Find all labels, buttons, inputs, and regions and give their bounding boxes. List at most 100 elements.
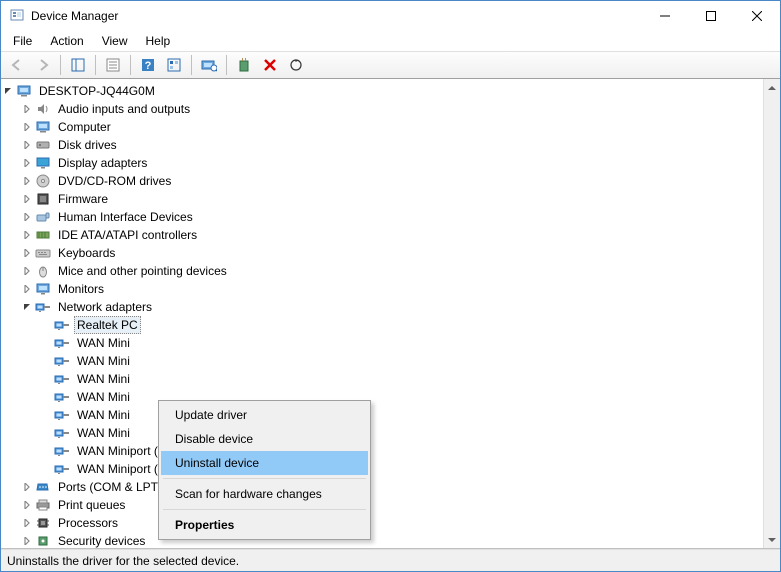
cm-properties[interactable]: Properties	[161, 513, 368, 537]
expand-icon[interactable]	[20, 156, 34, 170]
firmware-icon	[35, 191, 51, 207]
tree-category-node[interactable]: Monitors	[20, 280, 778, 298]
expand-icon[interactable]	[20, 210, 34, 224]
forward-button[interactable]	[31, 54, 55, 76]
computer-icon	[16, 83, 32, 99]
tree-node-label: Keyboards	[55, 244, 118, 262]
device-tree[interactable]: DESKTOP-JQ44G0M Audio inputs and outputs…	[1, 79, 780, 548]
tree-device-node[interactable]: WAN Mini	[39, 406, 778, 424]
close-button[interactable]	[734, 1, 780, 31]
tree-category-node[interactable]: Mice and other pointing devices	[20, 262, 778, 280]
tree-node-label: Monitors	[55, 280, 107, 298]
tree-category-node[interactable]: Computer	[20, 118, 778, 136]
back-button[interactable]	[5, 54, 29, 76]
tree-node-label: WAN Mini	[74, 388, 133, 406]
menu-action[interactable]: Action	[42, 32, 91, 50]
vertical-scrollbar[interactable]	[763, 79, 780, 548]
cm-separator	[163, 509, 366, 510]
tree-category-node[interactable]: Ports (COM & LPT)	[20, 478, 778, 496]
cm-update-driver[interactable]: Update driver	[161, 403, 368, 427]
expand-icon[interactable]	[20, 498, 34, 512]
tree-device-node[interactable]: WAN Mini	[39, 424, 778, 442]
net-icon	[54, 461, 70, 477]
tree-category-node[interactable]: Print queues	[20, 496, 778, 514]
scan-button[interactable]	[197, 54, 221, 76]
menu-help[interactable]: Help	[138, 32, 179, 50]
expand-icon[interactable]	[20, 228, 34, 242]
expand-icon[interactable]	[20, 516, 34, 530]
tree-category-node[interactable]: Audio inputs and outputs	[20, 100, 778, 118]
scroll-up-icon[interactable]	[764, 79, 780, 96]
expand-icon[interactable]	[20, 534, 34, 548]
titlebar: Device Manager	[1, 1, 780, 31]
expand-icon[interactable]	[20, 300, 34, 314]
menu-file[interactable]: File	[5, 32, 40, 50]
minimize-button[interactable]	[642, 1, 688, 31]
tree-category-node[interactable]: DVD/CD-ROM drives	[20, 172, 778, 190]
tree-category-node[interactable]: Network adapters	[20, 298, 778, 316]
scroll-down-icon[interactable]	[764, 531, 780, 548]
properties-button[interactable]	[101, 54, 125, 76]
tree-category-node[interactable]: Firmware	[20, 190, 778, 208]
tree-device-node[interactable]: WAN Mini	[39, 388, 778, 406]
tree-node-label: Ports (COM & LPT)	[55, 478, 165, 496]
tree-node-label: IDE ATA/ATAPI controllers	[55, 226, 200, 244]
tree-device-node[interactable]: WAN Mini	[39, 370, 778, 388]
toolbar-separator	[226, 55, 227, 75]
tree-category-node[interactable]: Human Interface Devices	[20, 208, 778, 226]
expand-icon[interactable]	[20, 264, 34, 278]
ide-icon	[35, 227, 51, 243]
expand-icon[interactable]	[20, 480, 34, 494]
menu-view[interactable]: View	[94, 32, 136, 50]
disk-icon	[35, 137, 51, 153]
console-tree-button[interactable]	[66, 54, 90, 76]
tree-category-node[interactable]: Security devices	[20, 532, 778, 548]
expand-icon[interactable]	[20, 192, 34, 206]
tree-node-label: DESKTOP-JQ44G0M	[36, 82, 158, 100]
help-button[interactable]: ?	[136, 54, 160, 76]
cm-scan-hardware[interactable]: Scan for hardware changes	[161, 482, 368, 506]
tree-node-label: Computer	[55, 118, 114, 136]
expand-icon[interactable]	[20, 246, 34, 260]
printer-icon	[35, 497, 51, 513]
tree-node-label: Security devices	[55, 532, 148, 548]
cm-uninstall-device[interactable]: Uninstall device	[161, 451, 368, 475]
audio-icon	[35, 101, 51, 117]
tree-device-node[interactable]: WAN Miniport (PPTP)	[39, 442, 778, 460]
tree-device-node[interactable]: Realtek PC	[39, 316, 778, 334]
add-legacy-button[interactable]	[232, 54, 256, 76]
device-manager-window: Device Manager File Action View Help ?	[0, 0, 781, 572]
tree-device-node[interactable]: WAN Mini	[39, 352, 778, 370]
tree-device-node[interactable]: WAN Mini	[39, 334, 778, 352]
mouse-icon	[35, 263, 51, 279]
expand-icon[interactable]	[20, 120, 34, 134]
expand-icon[interactable]	[20, 282, 34, 296]
keyboard-icon	[35, 245, 51, 261]
tree-category-node[interactable]: Disk drives	[20, 136, 778, 154]
show-hidden-button[interactable]	[162, 54, 186, 76]
cm-disable-device[interactable]: Disable device	[161, 427, 368, 451]
expand-icon[interactable]	[20, 102, 34, 116]
window-controls	[642, 1, 780, 31]
menubar: File Action View Help	[1, 31, 780, 51]
security-icon	[35, 533, 51, 548]
net-icon	[54, 443, 70, 459]
expand-icon[interactable]	[20, 174, 34, 188]
tree-category-node[interactable]: IDE ATA/ATAPI controllers	[20, 226, 778, 244]
tree-category-node[interactable]: Keyboards	[20, 244, 778, 262]
tree-node-label: Realtek PC	[74, 316, 141, 334]
status-text: Uninstalls the driver for the selected d…	[7, 554, 239, 568]
tree-node-label: WAN Mini	[74, 424, 133, 442]
tree-category-node[interactable]: Processors	[20, 514, 778, 532]
display-icon	[35, 155, 51, 171]
tree-category-node[interactable]: Display adapters	[20, 154, 778, 172]
uninstall-button[interactable]	[258, 54, 282, 76]
net-icon	[54, 425, 70, 441]
maximize-button[interactable]	[688, 1, 734, 31]
tree-device-node[interactable]: WAN Miniport (SSTP)	[39, 460, 778, 478]
expand-icon[interactable]	[20, 138, 34, 152]
tree-root-node[interactable]: DESKTOP-JQ44G0M	[1, 82, 778, 100]
expand-icon[interactable]	[1, 84, 15, 98]
update-driver-button[interactable]	[284, 54, 308, 76]
tree-node-label: Disk drives	[55, 136, 120, 154]
